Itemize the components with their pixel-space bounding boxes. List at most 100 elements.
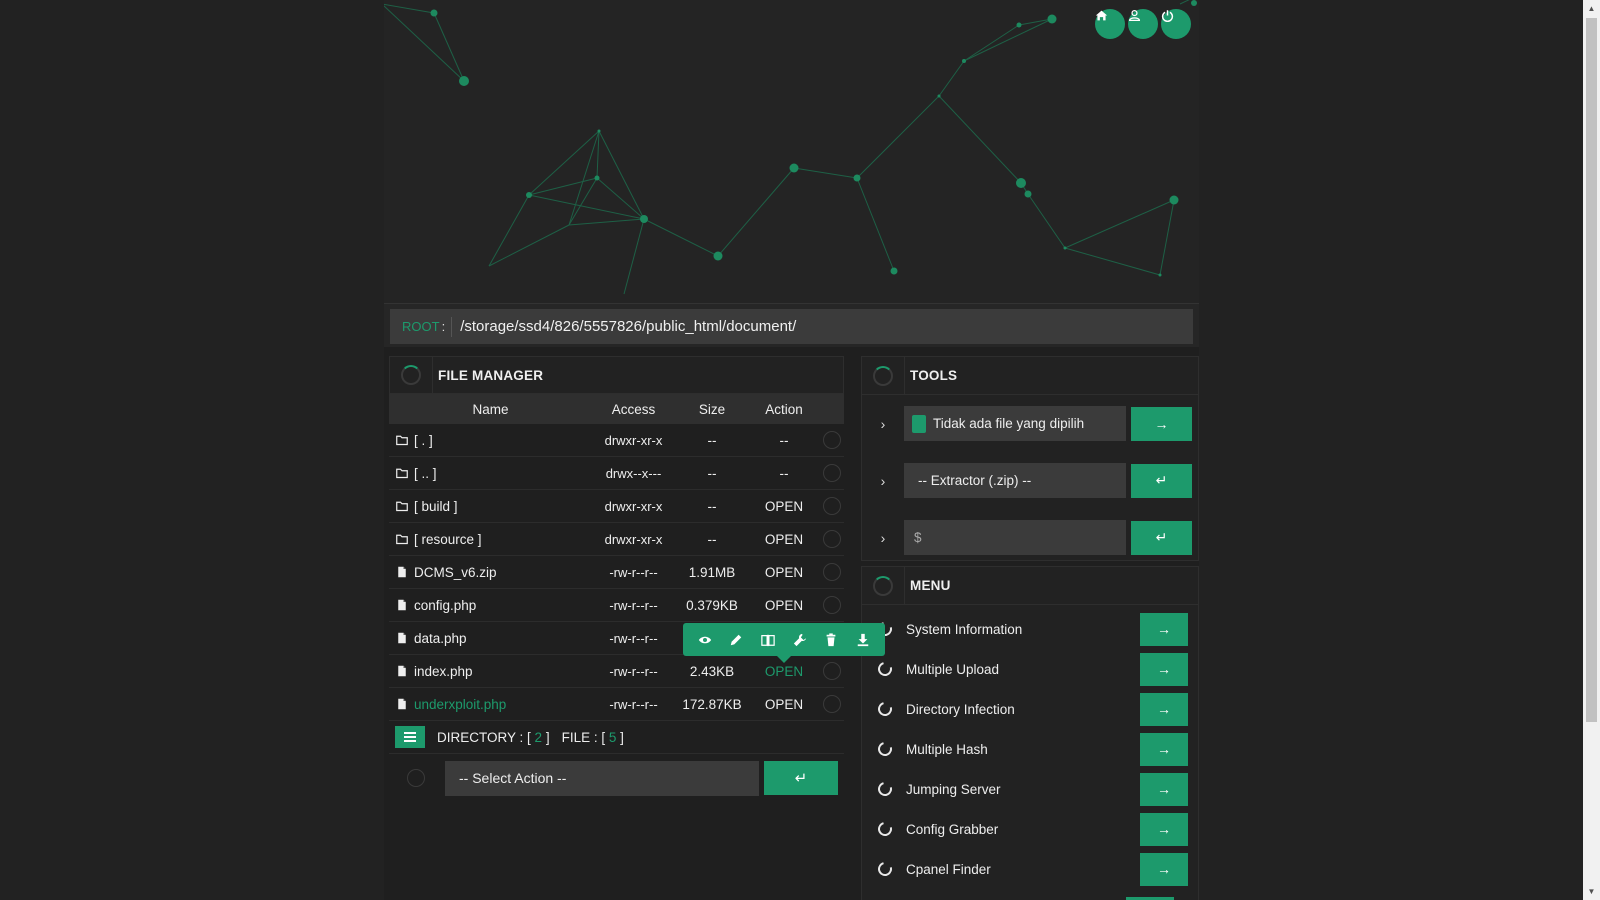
edit-button[interactable] — [725, 629, 747, 651]
row-select-checkbox[interactable] — [822, 464, 841, 482]
file-name: underxploit.php — [414, 696, 507, 712]
file-icon — [398, 698, 406, 710]
file-chip-icon — [912, 414, 926, 433]
file-name-cell[interactable]: config.php — [389, 598, 592, 613]
menu-go-button[interactable]: → — [1140, 612, 1188, 646]
menu-item-multiple-upload: Multiple Upload → — [862, 649, 1198, 689]
file-name-cell[interactable]: [ resource ] — [389, 532, 592, 547]
menu-go-button[interactable]: → — [1140, 652, 1188, 686]
file-name: [ .. ] — [414, 465, 437, 481]
menu-go-button[interactable]: → — [1140, 732, 1188, 766]
open-link[interactable]: OPEN — [749, 532, 819, 547]
menu-go-button[interactable]: → — [1140, 772, 1188, 806]
file-name: data.php — [414, 630, 467, 646]
row-select-checkbox[interactable] — [822, 497, 841, 515]
open-link[interactable]: OPEN — [749, 697, 819, 712]
table-row: underxploit.php -rw-r--r-- 172.87KB OPEN — [389, 688, 844, 721]
spinner-icon — [875, 739, 895, 759]
delete-button[interactable] — [820, 629, 842, 651]
eye-icon — [698, 636, 711, 643]
file-count-label: FILE : [ — [561, 729, 606, 745]
file-name-cell[interactable]: [ . ] — [389, 433, 592, 448]
tools-header: TOOLS — [862, 356, 1198, 395]
hamburger-button[interactable] — [395, 726, 425, 748]
wrench-icon — [793, 633, 806, 646]
download-button[interactable] — [852, 629, 874, 651]
upload-submit-button[interactable]: → — [1131, 406, 1192, 441]
menu-go-button[interactable]: → — [1140, 692, 1188, 726]
home-button[interactable] — [1095, 9, 1125, 39]
menu-item-label: Cpanel Finder — [906, 861, 991, 877]
menu-item-partial — [862, 889, 1198, 900]
command-submit-button[interactable]: ↵ — [1131, 520, 1192, 555]
vertical-scrollbar[interactable]: ▲ ▼ — [1583, 0, 1600, 900]
file-size: -- — [707, 531, 717, 547]
open-link[interactable]: OPEN — [749, 499, 819, 514]
open-link[interactable]: OPEN — [749, 664, 819, 679]
file-name: config.php — [414, 597, 477, 613]
scroll-down-icon[interactable]: ▼ — [1583, 883, 1600, 900]
command-input[interactable]: $ — [904, 520, 1126, 555]
file-size: -- — [707, 432, 717, 448]
file-name-cell[interactable]: underxploit.php — [389, 697, 592, 712]
spinner-icon — [875, 699, 895, 719]
row-select-checkbox[interactable] — [822, 431, 841, 449]
menu-item-label: Multiple Upload — [906, 661, 1000, 677]
rename-button[interactable] — [757, 629, 779, 651]
directory-count-close: ] — [545, 729, 550, 745]
extractor-submit-button[interactable]: ↵ — [1131, 463, 1192, 498]
apply-action-button[interactable]: ↵ — [764, 761, 838, 795]
chevron-right-icon: › — [880, 472, 886, 489]
view-button[interactable] — [694, 629, 716, 651]
file-manager-spinner — [390, 356, 433, 394]
file-upload-input[interactable]: Tidak ada file yang dipilih — [904, 406, 1126, 441]
file-name-cell[interactable]: [ build ] — [389, 499, 592, 514]
row-select-checkbox[interactable] — [822, 563, 841, 581]
menu-go-button[interactable]: → — [1140, 852, 1188, 886]
folder-icon — [396, 435, 408, 446]
file-name-cell[interactable]: DCMS_v6.zip — [389, 565, 592, 580]
menu-item-config-grabber: Config Grabber → — [862, 809, 1198, 849]
chmod-button[interactable] — [789, 629, 811, 651]
menu-go-button[interactable]: → — [1140, 812, 1188, 846]
book-icon — [761, 634, 775, 646]
open-link[interactable]: OPEN — [749, 565, 819, 580]
power-button[interactable] — [1161, 9, 1191, 39]
file-size: -- — [707, 498, 717, 514]
menu-item-cpanel-finder: Cpanel Finder → — [862, 849, 1198, 889]
root-separator — [451, 316, 453, 337]
spinner-icon — [875, 779, 895, 799]
row-select-checkbox[interactable] — [822, 662, 841, 680]
menu-header: MENU — [862, 566, 1198, 605]
root-path: /storage/ssd4/826/5557826/public_html/do… — [460, 318, 797, 335]
select-all-checkbox[interactable] — [407, 769, 425, 787]
menu-go-button[interactable] — [1126, 896, 1174, 900]
row-select-checkbox[interactable] — [822, 596, 841, 614]
user-button[interactable] — [1128, 9, 1158, 39]
extractor-select[interactable]: -- Extractor (.zip) -- — [904, 463, 1126, 498]
table-row: DCMS_v6.zip -rw-r--r-- 1.91MB OPEN — [389, 556, 844, 589]
directory-count: DIRECTORY : [ 2 ] — [437, 730, 550, 745]
upload-row: › Tidak ada file yang dipilih → — [862, 395, 1198, 452]
scroll-up-icon[interactable]: ▲ — [1583, 0, 1600, 17]
spinner-icon — [873, 365, 893, 386]
network-graphic — [384, 0, 1197, 295]
chevron-right-icon: › — [880, 415, 886, 432]
select-action-dropdown[interactable]: -- Select Action -- — [445, 760, 759, 796]
file-upload-text: Tidak ada file yang dipilih — [933, 416, 1085, 431]
scrollbar-thumb[interactable] — [1586, 18, 1597, 722]
download-icon — [857, 633, 869, 646]
row-select-checkbox[interactable] — [822, 530, 841, 548]
root-path-box[interactable]: ROOT : /storage/ssd4/826/5557826/public_… — [390, 309, 1193, 344]
table-row: index.php -rw-r--r-- 2.43KB OPEN — [389, 655, 844, 688]
file-name-cell[interactable]: [ .. ] — [389, 466, 592, 481]
row-select-checkbox[interactable] — [822, 695, 841, 713]
file-name-cell[interactable]: data.php — [389, 631, 592, 646]
file-name-cell[interactable]: index.php — [389, 664, 592, 679]
open-link[interactable]: OPEN — [749, 598, 819, 613]
file-count: FILE : [ 5 ] — [562, 730, 624, 745]
row-action-toolbar — [683, 623, 885, 663]
file-access: -rw-r--r-- — [609, 663, 658, 679]
tooltip-arrow — [777, 656, 791, 663]
file-size: 1.91MB — [688, 564, 736, 580]
